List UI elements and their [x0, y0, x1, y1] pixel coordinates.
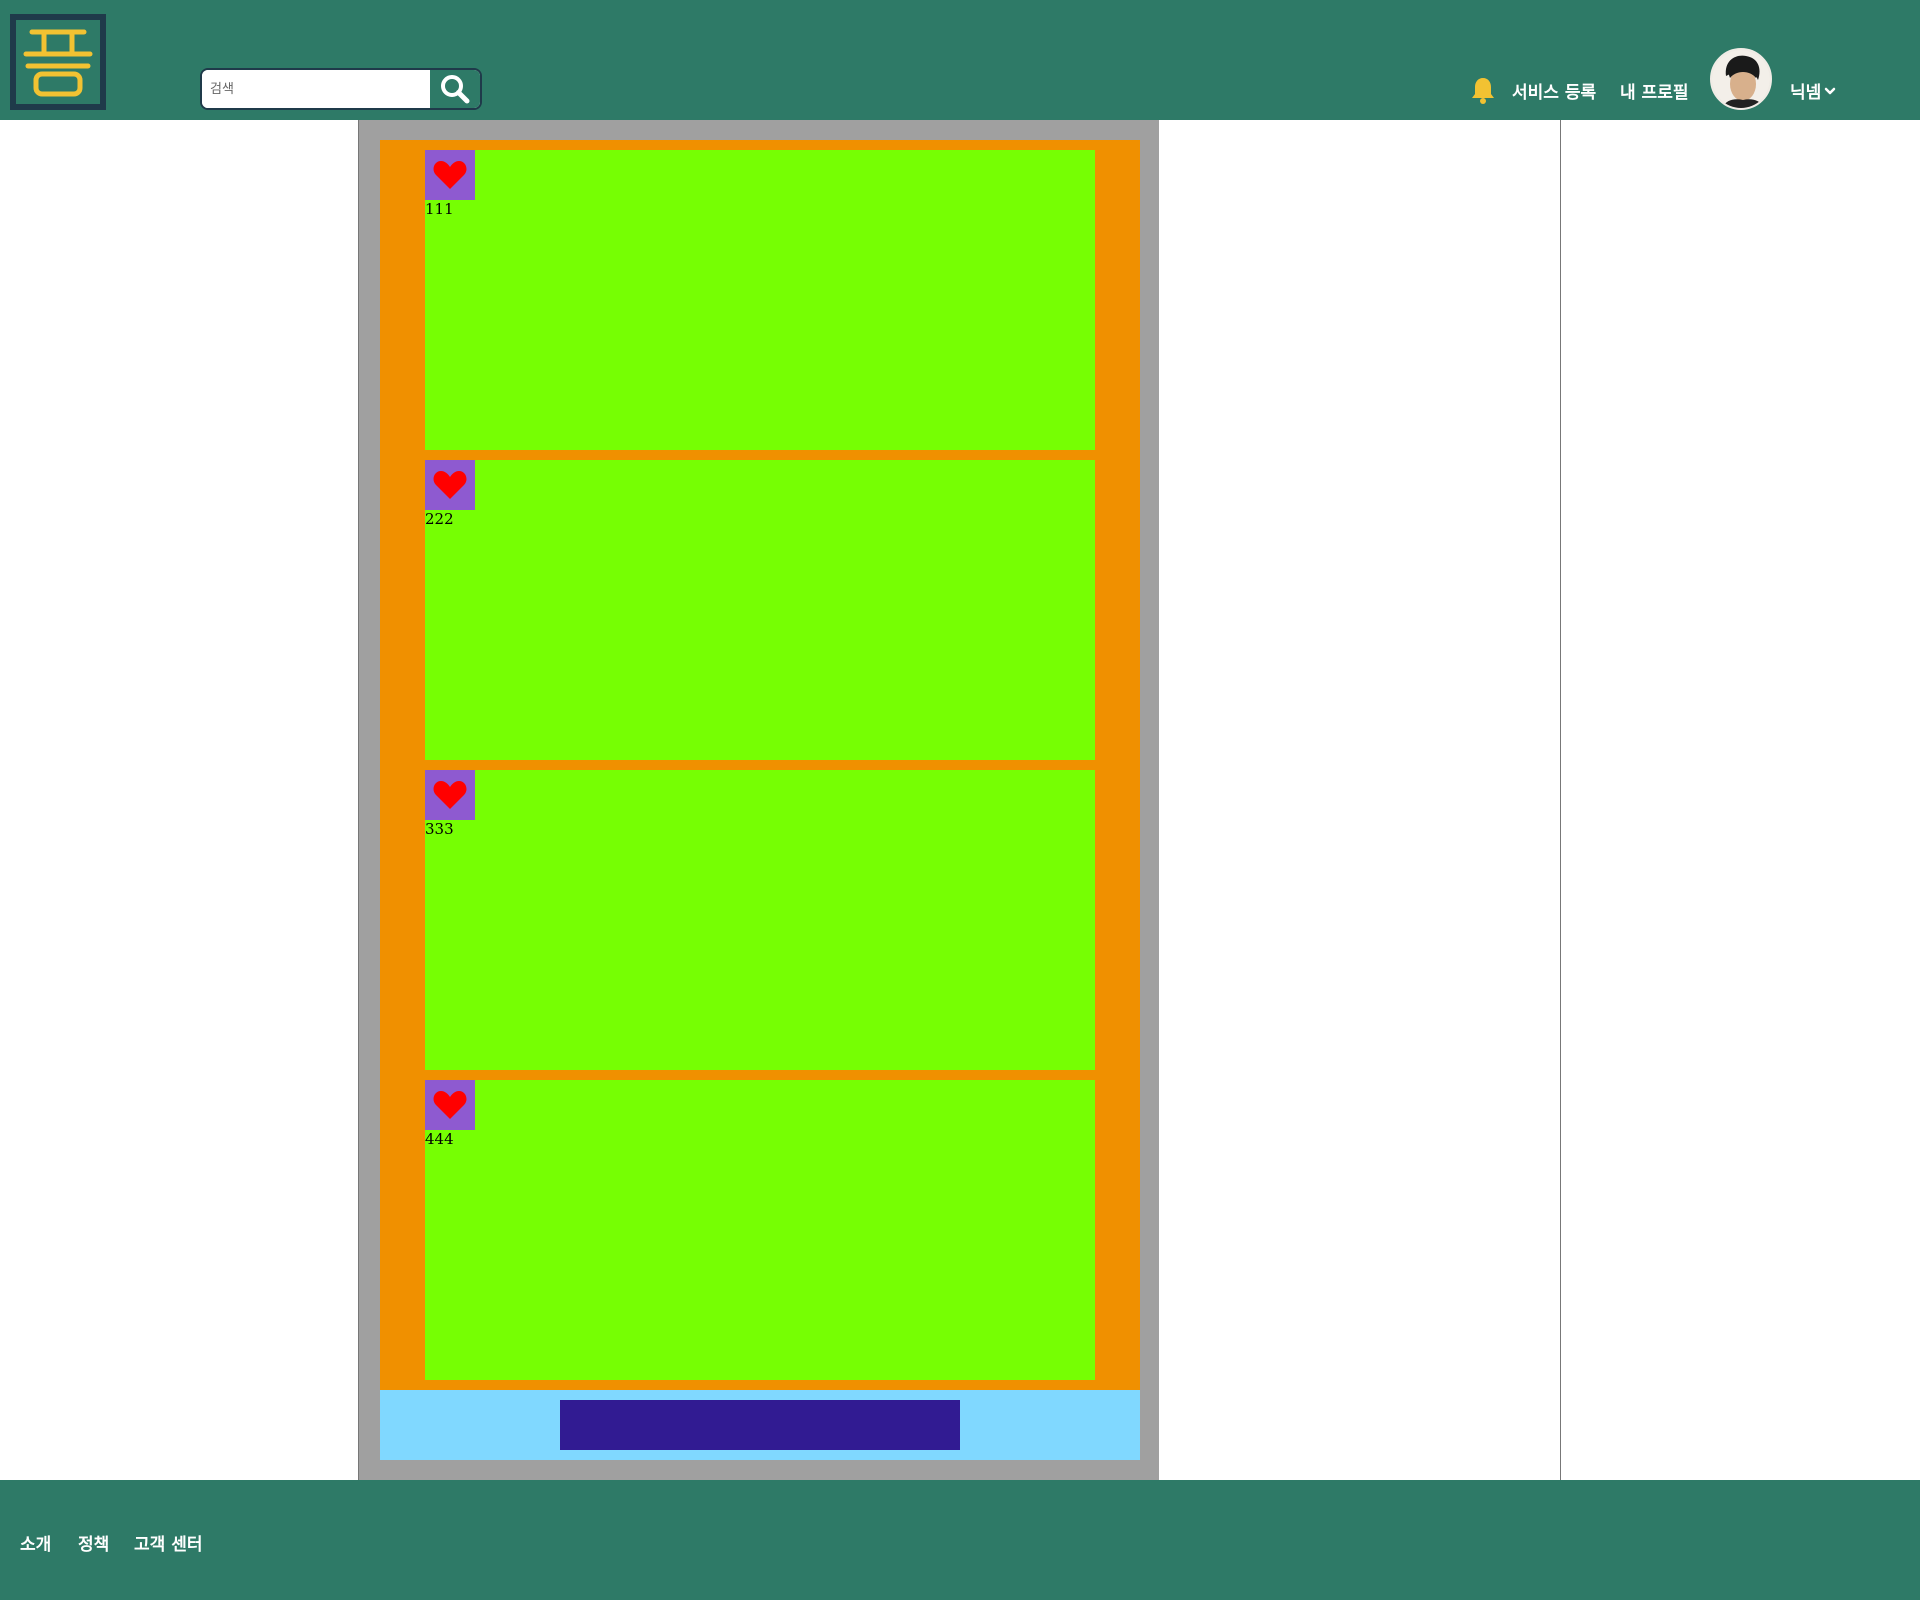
nickname-menu[interactable]: 닉넴	[1790, 78, 1837, 103]
like-count: 222	[425, 510, 454, 528]
load-more-button[interactable]	[560, 1400, 960, 1450]
footer-link-support[interactable]: 고객 센터	[134, 1530, 202, 1555]
chevron-down-icon	[1825, 87, 1836, 94]
like-count: 333	[425, 820, 454, 838]
like-button[interactable]	[425, 460, 475, 510]
heart-icon	[433, 1091, 467, 1119]
header: 서비스 등록 내 프로필 닉넴	[0, 0, 1920, 120]
footer	[0, 1480, 1920, 1600]
search-button[interactable]	[430, 70, 480, 108]
bottom-bar	[380, 1390, 1140, 1460]
like-button[interactable]	[425, 770, 475, 820]
feed-card[interactable]: 333	[425, 770, 1095, 1070]
feed-card[interactable]: 222	[425, 460, 1095, 760]
heart-icon	[433, 471, 467, 499]
avatar[interactable]	[1710, 48, 1772, 110]
heart-icon	[433, 161, 467, 189]
feed-card[interactable]: 111	[425, 150, 1095, 450]
like-count: 444	[425, 1130, 454, 1148]
like-button[interactable]	[425, 1080, 475, 1130]
service-register-link[interactable]: 서비스 등록	[1512, 78, 1596, 103]
search-input[interactable]	[202, 70, 432, 108]
search-box	[200, 68, 482, 110]
logo-icon[interactable]	[10, 14, 106, 110]
search-icon	[441, 75, 470, 104]
divider-right	[1560, 120, 1561, 1480]
nickname-label: 닉넴	[1790, 83, 1822, 103]
like-count: 111	[425, 200, 454, 218]
like-button[interactable]	[425, 150, 475, 200]
my-profile-link[interactable]: 내 프로필	[1620, 78, 1688, 103]
feed-card[interactable]: 444	[425, 1080, 1095, 1380]
heart-icon	[433, 781, 467, 809]
footer-link-about[interactable]: 소개	[20, 1530, 51, 1555]
footer-link-policy[interactable]: 정책	[78, 1530, 109, 1555]
bell-icon[interactable]	[1470, 76, 1496, 104]
